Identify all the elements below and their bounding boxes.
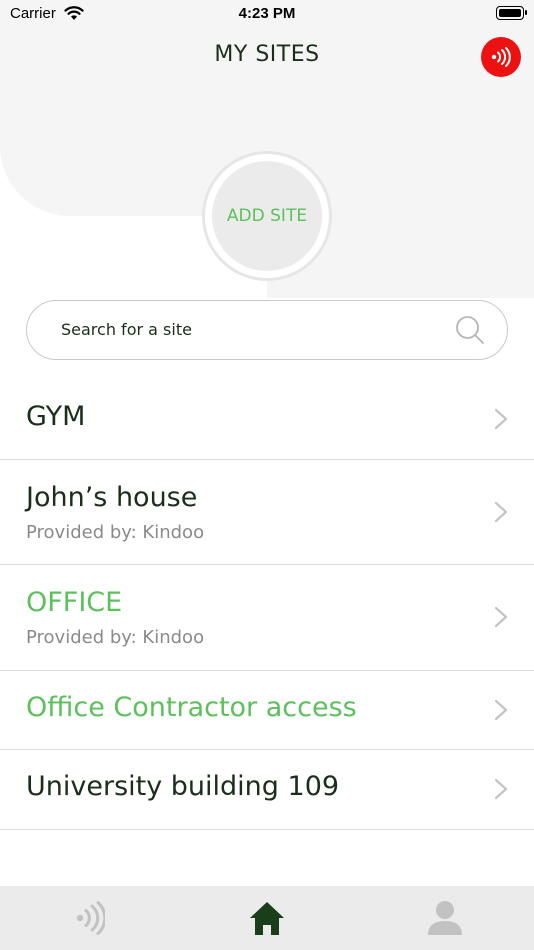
site-name: University building 109	[26, 771, 340, 802]
site-provider: Provided by: Kindoo	[26, 522, 205, 543]
site-list: GYM John’s house Provided by: Kindoo OFF…	[0, 380, 534, 830]
site-provider: Provided by: Kindoo	[26, 627, 205, 648]
chevron-right-icon	[494, 606, 508, 628]
chevron-right-icon	[494, 699, 508, 721]
add-site-button[interactable]: ADD SITE	[212, 161, 322, 271]
site-row-office-contractor-access[interactable]: Office Contractor access	[0, 671, 534, 750]
page-title: MY SITES	[214, 42, 320, 67]
nfc-icon	[76, 901, 105, 935]
nfc-button[interactable]	[481, 37, 521, 77]
profile-icon	[428, 901, 462, 935]
site-name: John’s house	[26, 482, 198, 513]
chevron-right-icon	[494, 408, 508, 430]
status-time: 4:23 PM	[238, 5, 296, 22]
tab-home[interactable]	[178, 886, 356, 950]
site-name: GYM	[26, 401, 86, 432]
site-row-university-building-109[interactable]: University building 109	[0, 750, 534, 830]
home-icon	[250, 902, 284, 935]
site-name: OFFICE	[26, 587, 123, 618]
site-row-johns-house[interactable]: John’s house Provided by: Kindoo	[0, 460, 534, 565]
search-bar[interactable]	[26, 300, 508, 360]
chevron-right-icon	[494, 501, 508, 523]
site-name: Office Contractor access	[26, 692, 357, 723]
site-row-gym[interactable]: GYM	[0, 380, 534, 460]
chevron-right-icon	[494, 778, 508, 800]
tab-profile[interactable]	[356, 886, 534, 950]
site-row-office[interactable]: OFFICE Provided by: Kindoo	[0, 565, 534, 671]
nfc-icon	[491, 47, 511, 67]
battery-icon	[496, 6, 527, 20]
tab-bar	[0, 886, 534, 950]
search-input[interactable]	[61, 301, 441, 358]
status-bar: Carrier 4:23 PM	[0, 0, 534, 28]
search-icon[interactable]	[455, 315, 485, 345]
tab-nfc[interactable]	[0, 886, 178, 950]
